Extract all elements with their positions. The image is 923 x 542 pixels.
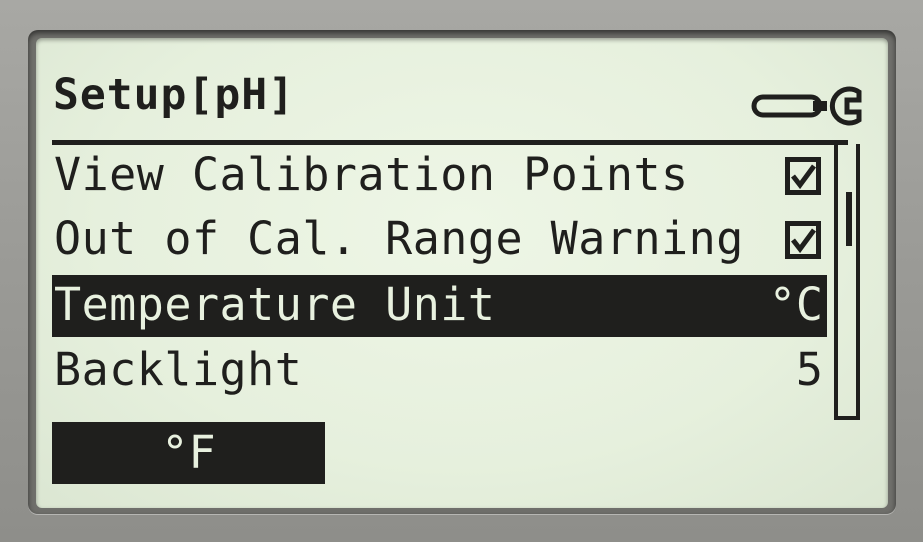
menu-item-backlight[interactable]: Backlight 5	[52, 340, 827, 402]
scrollbar-thumb[interactable]	[846, 192, 852, 246]
page-title: Setup[pH]	[53, 70, 295, 120]
menu-item-view-calibration-points[interactable]: View Calibration Points	[52, 145, 827, 207]
menu-item-label: Backlight	[54, 343, 303, 396]
menu-item-label: Out of Cal. Range Warning	[54, 212, 744, 265]
checkbox-checked-icon[interactable]	[785, 157, 821, 195]
meter-device: Setup[pH] View Calibration Points Out of…	[0, 0, 923, 542]
checkbox-checked-icon[interactable]	[785, 221, 821, 259]
wrench-icon	[751, 86, 862, 126]
softkey-fahrenheit-button[interactable]: °F	[52, 422, 325, 484]
menu-item-out-of-cal-range-warning[interactable]: Out of Cal. Range Warning	[52, 209, 827, 271]
menu-item-label: View Calibration Points	[54, 148, 689, 201]
menu-item-label: Temperature Unit	[54, 278, 496, 331]
menu-item-temperature-unit[interactable]: Temperature Unit °C	[52, 275, 827, 337]
lcd-screen: Setup[pH] View Calibration Points Out of…	[36, 38, 888, 508]
menu-item-value: 5	[795, 343, 823, 396]
menu-item-value: °C	[768, 278, 823, 331]
scrollbar[interactable]	[834, 144, 860, 420]
